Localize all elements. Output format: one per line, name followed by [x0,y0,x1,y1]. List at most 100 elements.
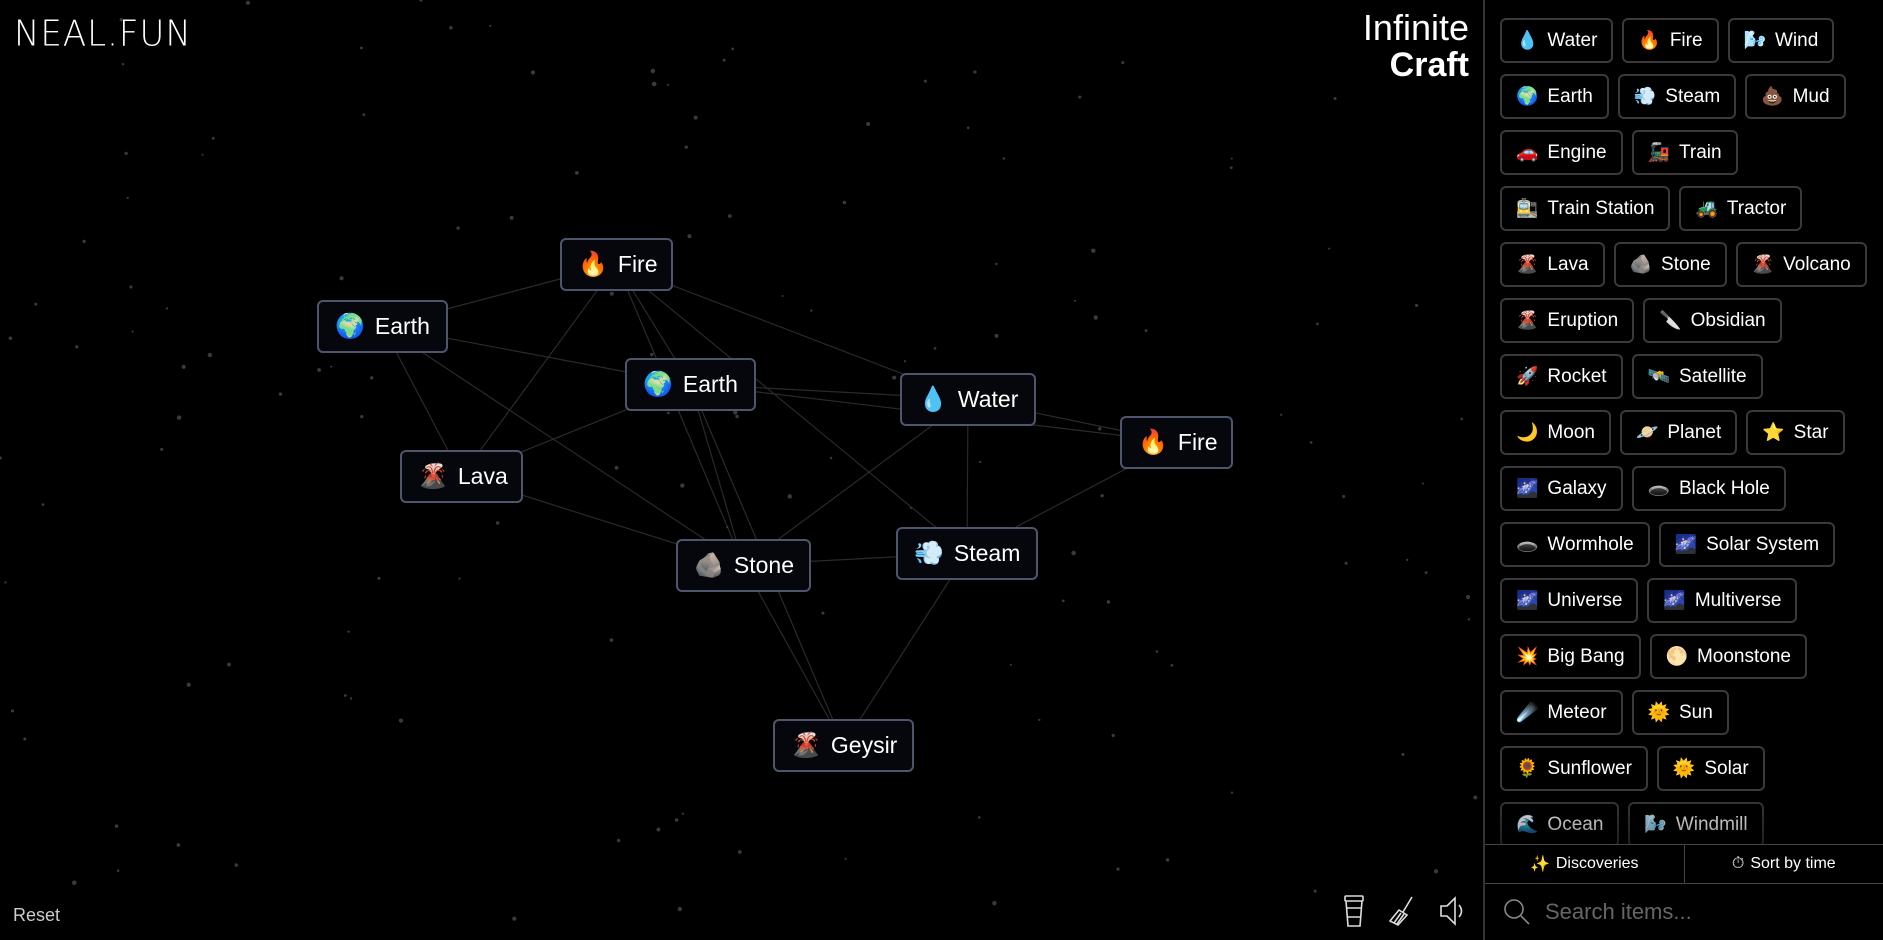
sidebar-item-fire[interactable]: 🔥 Fire [1622,18,1719,63]
star [735,414,739,419]
sidebar-item-sunflower[interactable]: 🌻 Sunflower [1500,746,1648,791]
item-label: Sun [1678,701,1713,723]
item-label: Universe [1547,589,1623,611]
sidebar-item-train[interactable]: 🚂 Train [1631,130,1738,175]
star [1414,303,1419,308]
sidebar-item-stone[interactable]: 🪨 Stone [1613,242,1727,287]
sidebar-item-volcano[interactable]: 🌋 Volcano [1735,242,1867,287]
sidebar-item-satellite[interactable]: 🛰️ Satellite [1631,354,1763,399]
search-input[interactable] [1545,899,1865,925]
item-emoji-icon: 🌕 [1665,646,1688,666]
item-label: Obsidian [1690,309,1766,331]
star [34,302,38,306]
sidebar-item-star[interactable]: ⭐ Star [1746,410,1845,455]
sidebar-item-lava[interactable]: 🌋 Lava [1500,242,1605,287]
sidebar-item-moonstone[interactable]: 🌕 Moonstone [1649,634,1807,679]
star [866,122,871,126]
sidebar-item-sun[interactable]: 🌞 Sun [1631,690,1729,735]
element-label: Fire [617,251,658,277]
sidebar-item-rocket[interactable]: 🚀 Rocket [1500,354,1623,399]
element-emoji-icon: 🌍 [335,313,365,340]
star [124,151,128,155]
link-line [615,263,745,566]
canvas-element-steam[interactable]: 💨 Steam [896,527,1038,580]
sidebar-item-universe[interactable]: 🌌 Universe [1500,578,1639,623]
sidebar-item-solar-system[interactable]: 🌌 Solar System [1658,522,1836,567]
canvas-element-earth[interactable]: 🌍 Earth [625,358,756,411]
sidebar-item-wormhole[interactable]: 🕳️ Wormhole [1500,522,1650,567]
star [687,234,692,239]
sidebar-item-engine[interactable]: 🚗 Engine [1500,130,1623,175]
star [329,365,333,368]
item-label: Moon [1547,421,1595,443]
speaker-icon[interactable] [1438,893,1470,929]
sparkles-icon: ✨ [1529,856,1550,873]
star [1116,867,1120,871]
background-stars-and-links [0,0,1478,921]
sidebar-item-moon[interactable]: 🌙 Moon [1500,410,1611,455]
star [1328,247,1331,250]
canvas-element-fire[interactable]: 🔥 Fire [1120,416,1233,469]
sidebar-item-black-hole[interactable]: 🕳️ Black Hole [1631,466,1786,511]
star [211,136,215,140]
star [656,827,661,832]
star [1155,650,1159,653]
sidebar-item-multiverse[interactable]: 🌌 Multiverse [1647,578,1798,623]
item-label: Wormhole [1547,533,1634,555]
star [1038,718,1041,721]
element-emoji-icon: 🪨 [694,552,724,579]
star [1078,95,1082,99]
sidebar-item-wind[interactable]: 🌬️ Wind [1727,18,1835,63]
star [681,812,684,815]
star [737,850,742,854]
canvas-element-earth[interactable]: 🌍 Earth [317,300,448,353]
star [810,309,813,312]
star [821,611,825,615]
coffee-cup-icon[interactable] [1338,893,1370,929]
star [362,113,366,117]
sidebar-item-train-station[interactable]: 🚉 Train Station [1500,186,1671,231]
sidebar-item-eruption[interactable]: 🌋 Eruption [1500,298,1635,343]
crafting-canvas[interactable]: NEAL.FUN Infinite Craft 🌍 Earth 🔥 Fire 🌍 Eart… [0,0,1483,940]
canvas-element-fire[interactable]: 🔥 Fire [560,238,673,291]
sidebar-item-obsidian[interactable]: 🔪 Obsidian [1643,298,1782,343]
star [186,682,191,687]
star [227,662,231,667]
star [129,285,133,289]
link-line [742,564,845,746]
items-list[interactable]: 💧 Water 🔥 Fire 🌬️ Wind 🌍 Earth 💨 Steam 💩 Mud 🚗 Engine… [1485,0,1883,844]
canvas-element-stone[interactable]: 🪨 Stone [676,539,811,592]
canvas-element-geysir[interactable]: 🌋 Geysir [773,719,914,772]
item-emoji-icon: 🚀 [1516,366,1539,386]
sidebar-item-big-bang[interactable]: 💥 Big Bang [1500,634,1641,679]
reset-button[interactable]: Reset [13,905,60,926]
sidebar-item-galaxy[interactable]: 🌌 Galaxy [1500,466,1623,511]
sidebar-item-windmill[interactable]: 🌬️ Windmill [1628,802,1764,844]
sidebar-item-mud[interactable]: 💩 Mud [1745,74,1846,119]
sort-button[interactable]: ⏱ Sort by time [1683,845,1883,883]
item-label: Galaxy [1547,477,1607,499]
item-label: Big Bang [1547,645,1625,667]
neal-fun-logo[interactable]: NEAL.FUN [14,13,192,55]
sidebar-item-ocean[interactable]: 🌊 Ocean [1500,802,1620,844]
canvas-element-lava[interactable]: 🌋 Lava [400,450,523,503]
sidebar-item-planet[interactable]: 🪐 Planet [1619,410,1738,455]
sidebar-item-solar[interactable]: 🌞 Solar [1656,746,1765,791]
element-emoji-icon: 💧 [918,386,948,413]
discoveries-button[interactable]: ✨ Discoveries [1485,845,1684,883]
canvas-element-water[interactable]: 💧 Water [900,373,1036,426]
sidebar-item-meteor[interactable]: ☄️ Meteor [1500,690,1623,735]
broom-icon[interactable] [1386,893,1418,929]
star [8,336,13,340]
item-emoji-icon: 🌊 [1516,814,1539,834]
sidebar-item-earth[interactable]: 🌍 Earth [1500,74,1609,119]
sidebar-item-steam[interactable]: 💨 Steam [1617,74,1737,119]
item-emoji-icon: 💨 [1633,86,1657,106]
star [41,503,45,506]
sidebar-item-tractor[interactable]: 🚜 Tractor [1679,186,1803,231]
star [842,200,847,205]
element-emoji-icon: 🔥 [1138,429,1168,456]
star [1424,571,1428,575]
sidebar-item-water[interactable]: 💧 Water [1500,18,1614,63]
item-label: Volcano [1783,253,1851,275]
